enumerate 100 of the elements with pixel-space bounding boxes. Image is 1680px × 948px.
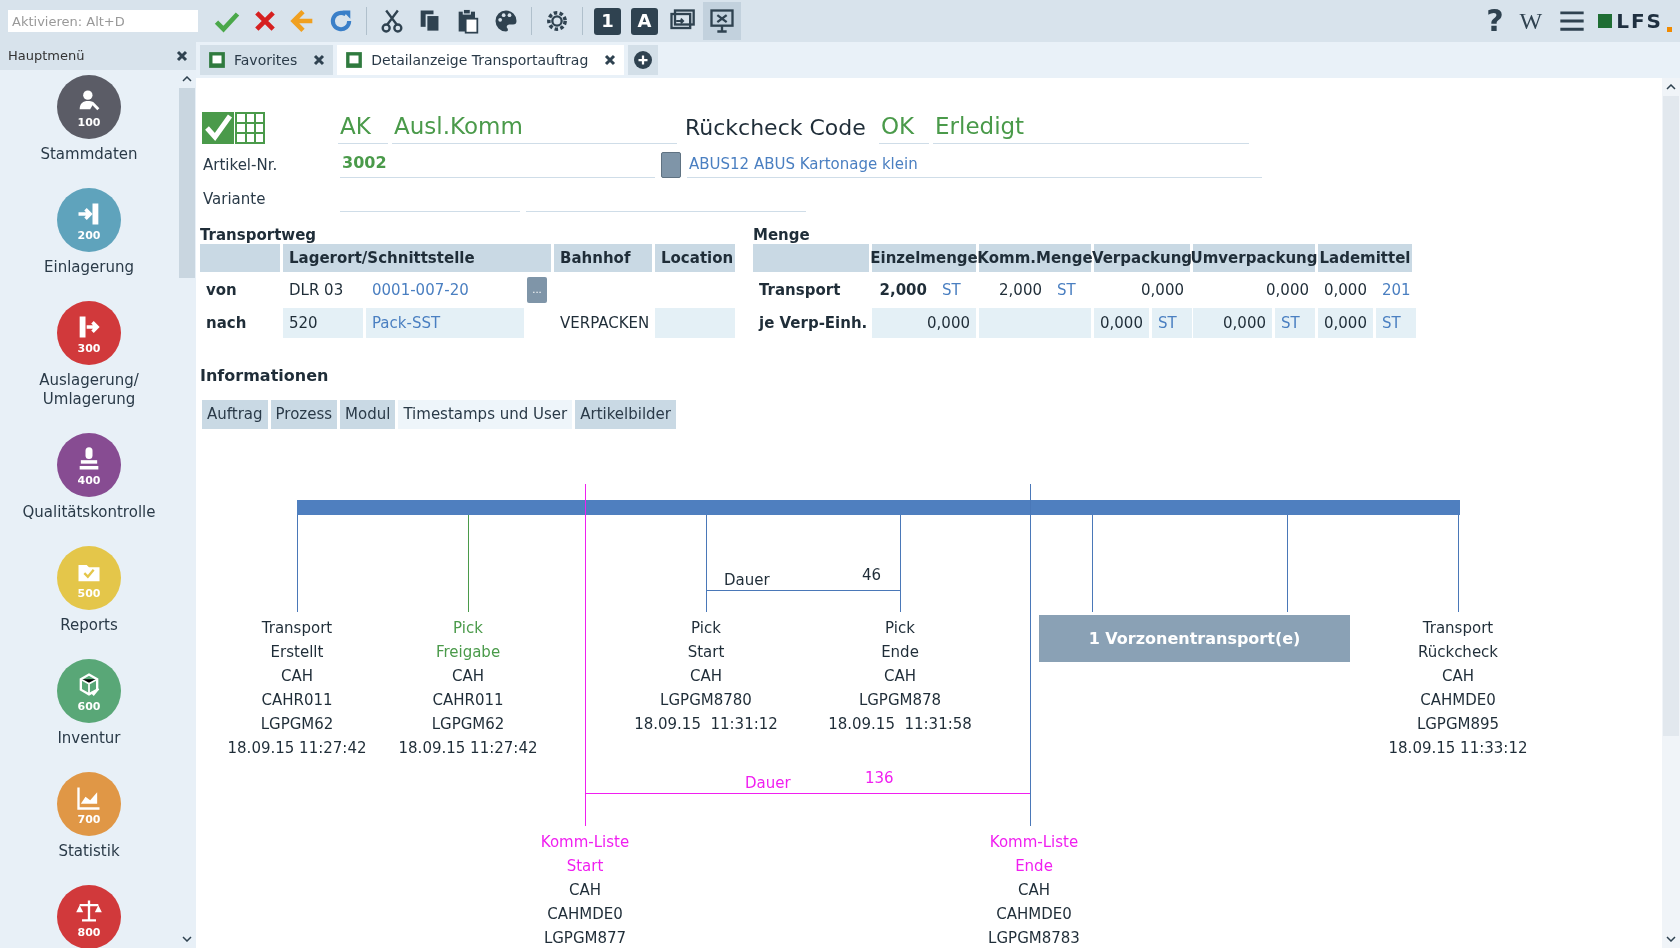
- close-icon[interactable]: [176, 50, 188, 62]
- event-detail: CAH: [1018, 880, 1050, 901]
- chevron-down-icon[interactable]: [1666, 936, 1676, 942]
- event-title: Pick: [453, 618, 483, 639]
- check-code: OK: [879, 108, 929, 144]
- event-title: Ende: [881, 642, 919, 663]
- event-title: Komm-Liste: [540, 832, 630, 853]
- table-cell: 0,000: [1193, 308, 1272, 338]
- section-title: Transportweg: [200, 226, 318, 244]
- table-cell-text: ST: [941, 279, 962, 301]
- event-detail: 18.09.15 11:31:12: [634, 714, 778, 735]
- menu-item[interactable]: 300 Auslagerung/ Umlagerung: [5, 301, 173, 419]
- tab[interactable]: Favorites: [200, 45, 334, 75]
- activate-field[interactable]: Aktivieren: Alt+D: [8, 10, 198, 32]
- event-title: Pick: [691, 618, 721, 639]
- table-cell: 0,000: [1094, 308, 1149, 338]
- window-icon: [208, 51, 226, 69]
- row-label: Transport: [758, 279, 842, 301]
- type-name: Ausl.Komm: [392, 108, 677, 144]
- menu-item[interactable]: 600 Inventur: [5, 659, 173, 758]
- table-cell-text: 2,000: [878, 279, 928, 301]
- row-label: nach: [205, 312, 248, 334]
- event-detail: LGPGM878: [858, 690, 942, 711]
- event-detail: CAH: [690, 666, 722, 687]
- tab[interactable]: Modul: [340, 400, 396, 429]
- add-tab-icon[interactable]: [634, 51, 653, 69]
- event-title: Start: [687, 642, 725, 663]
- table-cell-text: ST: [1056, 279, 1077, 301]
- menu-item[interactable]: 100 Stammdaten: [5, 75, 173, 174]
- table-cell: ST: [1375, 308, 1416, 338]
- event-detail: CAHMDE0: [996, 904, 1072, 925]
- tab[interactable]: Artikelbilder: [575, 400, 677, 429]
- table-cell: ST: [1151, 308, 1192, 338]
- event-title: Rückcheck: [1417, 642, 1499, 663]
- event-detail: LGPGM8780: [660, 690, 752, 711]
- event-detail: LGPGM62: [431, 714, 505, 735]
- table-cell-text: 0,000: [1323, 279, 1368, 301]
- table-cell: 0,000: [1318, 308, 1373, 338]
- table-cell: ST: [1275, 308, 1315, 338]
- event-detail: LGPGM8783: [988, 928, 1080, 948]
- event-detail: 18.09.15 11:31:58: [828, 714, 972, 735]
- menu-item[interactable]: 400 Qualitätskontrolle: [5, 433, 173, 532]
- row-label: je Verp-Einh.: [757, 312, 869, 334]
- table-cell-text: 2,000: [998, 279, 1043, 301]
- section-title: Informationen: [200, 365, 330, 387]
- tab[interactable]: Timestamps und User: [398, 400, 573, 429]
- close-icon[interactable]: [313, 54, 326, 66]
- module-badge: 800: [57, 885, 121, 948]
- chevron-down-icon[interactable]: [182, 936, 192, 942]
- menu-item[interactable]: 800: [5, 885, 173, 948]
- column-header: Verpackung: [1094, 244, 1190, 272]
- scrollbar-thumb[interactable]: [1663, 96, 1679, 736]
- table-cell-text: 0,000: [1265, 279, 1310, 301]
- column-header: Lademittel: [1318, 244, 1412, 272]
- section-title: Menge: [753, 226, 811, 244]
- module-badge: 700: [57, 772, 121, 836]
- event-detail: CAH: [281, 666, 313, 687]
- menu-item[interactable]: 700 Statistik: [5, 772, 173, 871]
- table-cell: 520: [283, 308, 363, 338]
- event-title: Transport: [261, 618, 333, 639]
- event-title: Erstellt: [270, 642, 324, 663]
- tab[interactable]: Prozess: [270, 400, 338, 429]
- duration-value: 136: [865, 769, 894, 787]
- window-icon: [345, 51, 364, 69]
- table-cell-text: DLR 03: [288, 279, 345, 301]
- number-button[interactable]: 1: [594, 7, 621, 35]
- menu-item[interactable]: 200 Einlagerung: [5, 188, 173, 287]
- sidebar-title: Hauptmenü: [8, 47, 85, 66]
- scrollbar-thumb[interactable]: [179, 88, 195, 278]
- event-detail: 18.09.15 11:33:12: [1388, 738, 1528, 759]
- chevron-up-icon[interactable]: [1666, 84, 1676, 90]
- event-title: Pick: [885, 618, 915, 639]
- event-title: Komm-Liste: [989, 832, 1079, 853]
- wiki-button[interactable]: W: [1519, 9, 1543, 33]
- monitor-icon[interactable]: [708, 7, 736, 35]
- table-cell: Pack-SST: [366, 308, 524, 338]
- module-badge: 600: [57, 659, 121, 723]
- event-detail: CAH: [452, 666, 484, 687]
- event-detail: LGPGM877: [543, 928, 627, 948]
- help-button[interactable]: ?: [1486, 6, 1504, 36]
- event-detail: LGPGM62: [260, 714, 334, 735]
- event-title: Transport: [1422, 618, 1494, 639]
- chevron-up-icon[interactable]: [182, 76, 192, 82]
- module-badge: 100: [57, 75, 121, 139]
- letter-button[interactable]: A: [631, 7, 658, 35]
- column-header: Location: [655, 244, 735, 272]
- article-description: ABUS12 ABUS Kartonage klein: [687, 152, 1262, 178]
- tab[interactable]: Detailanzeige Transportauftrag: [337, 45, 625, 75]
- event-detail: LGPGM895: [1416, 714, 1500, 735]
- module-badge: 200: [57, 188, 121, 252]
- field-label: Artikel-Nr.: [202, 154, 279, 176]
- article-number: 3002: [340, 151, 655, 178]
- close-icon[interactable]: [604, 54, 617, 66]
- event-detail: CAHMDE0: [547, 904, 623, 925]
- field-label: Variante: [202, 188, 267, 210]
- tab[interactable]: Auftrag: [202, 400, 268, 429]
- event-detail: CAH: [569, 880, 601, 901]
- status-icon: [202, 112, 266, 144]
- event-detail: 18.09.15 11:27:42: [227, 738, 367, 759]
- menu-item[interactable]: 500 Reports: [5, 546, 173, 645]
